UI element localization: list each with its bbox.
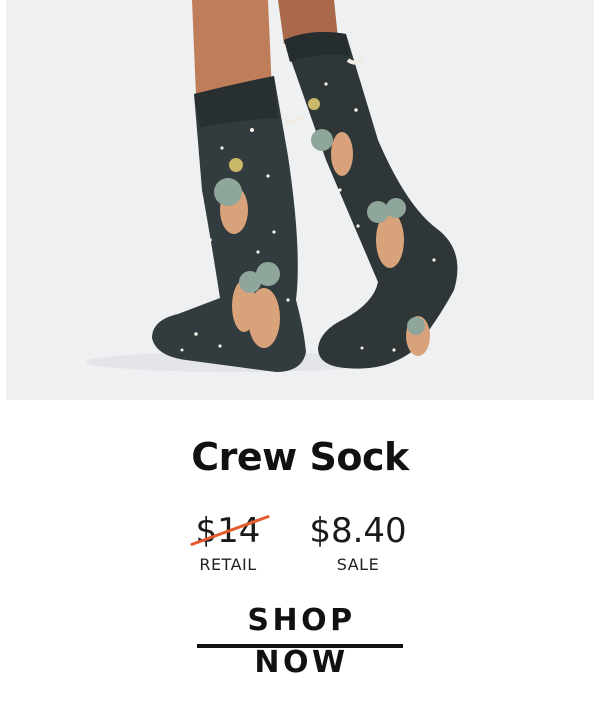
retail-price: $14 — [189, 508, 270, 554]
product-image[interactable] — [6, 0, 594, 400]
shop-now-underline — [197, 644, 403, 648]
shop-now-label: SHOP NOW — [247, 603, 356, 680]
product-title: Crew Sock — [191, 435, 409, 479]
sock-illustration — [86, 0, 458, 372]
shop-now-link[interactable]: SHOP NOW — [197, 600, 403, 680]
sale-price: $8.40 — [309, 511, 407, 551]
sale-label: SALE — [336, 555, 380, 574]
retail-label: RETAIL — [199, 555, 257, 574]
sale-price-block: $8.40 SALE — [298, 508, 418, 575]
retail-price-block: $14 RETAIL — [178, 508, 278, 575]
